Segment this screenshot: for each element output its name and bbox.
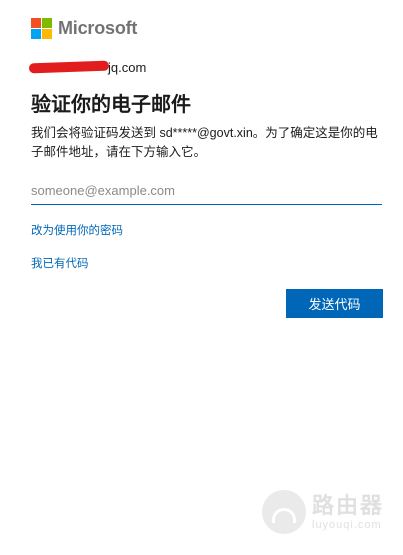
have-code-link[interactable]: 我已有代码 xyxy=(31,255,89,271)
microsoft-logo-icon xyxy=(31,18,52,39)
microsoft-logo: Microsoft xyxy=(31,18,137,39)
router-logo-icon xyxy=(262,490,306,534)
email-field[interactable] xyxy=(31,176,382,205)
page-title: 验证你的电子邮件 xyxy=(31,94,191,116)
redaction-mark xyxy=(28,60,110,74)
watermark-url: luyouqi.com xyxy=(312,519,382,531)
account-email: jq.com xyxy=(108,59,147,75)
send-code-button[interactable]: 发送代码 xyxy=(286,289,383,318)
use-password-link[interactable]: 改为使用你的密码 xyxy=(31,222,123,238)
watermark: 路由器 luyouqi.com xyxy=(262,490,384,534)
watermark-title: 路由器 xyxy=(312,493,385,518)
page-description: 我们会将验证码发送到 sd*****@govt.xin。为了确定这是你的电子邮件… xyxy=(31,126,378,159)
microsoft-logo-text: Microsoft xyxy=(58,18,138,38)
account-identity: jq.com xyxy=(28,58,147,76)
